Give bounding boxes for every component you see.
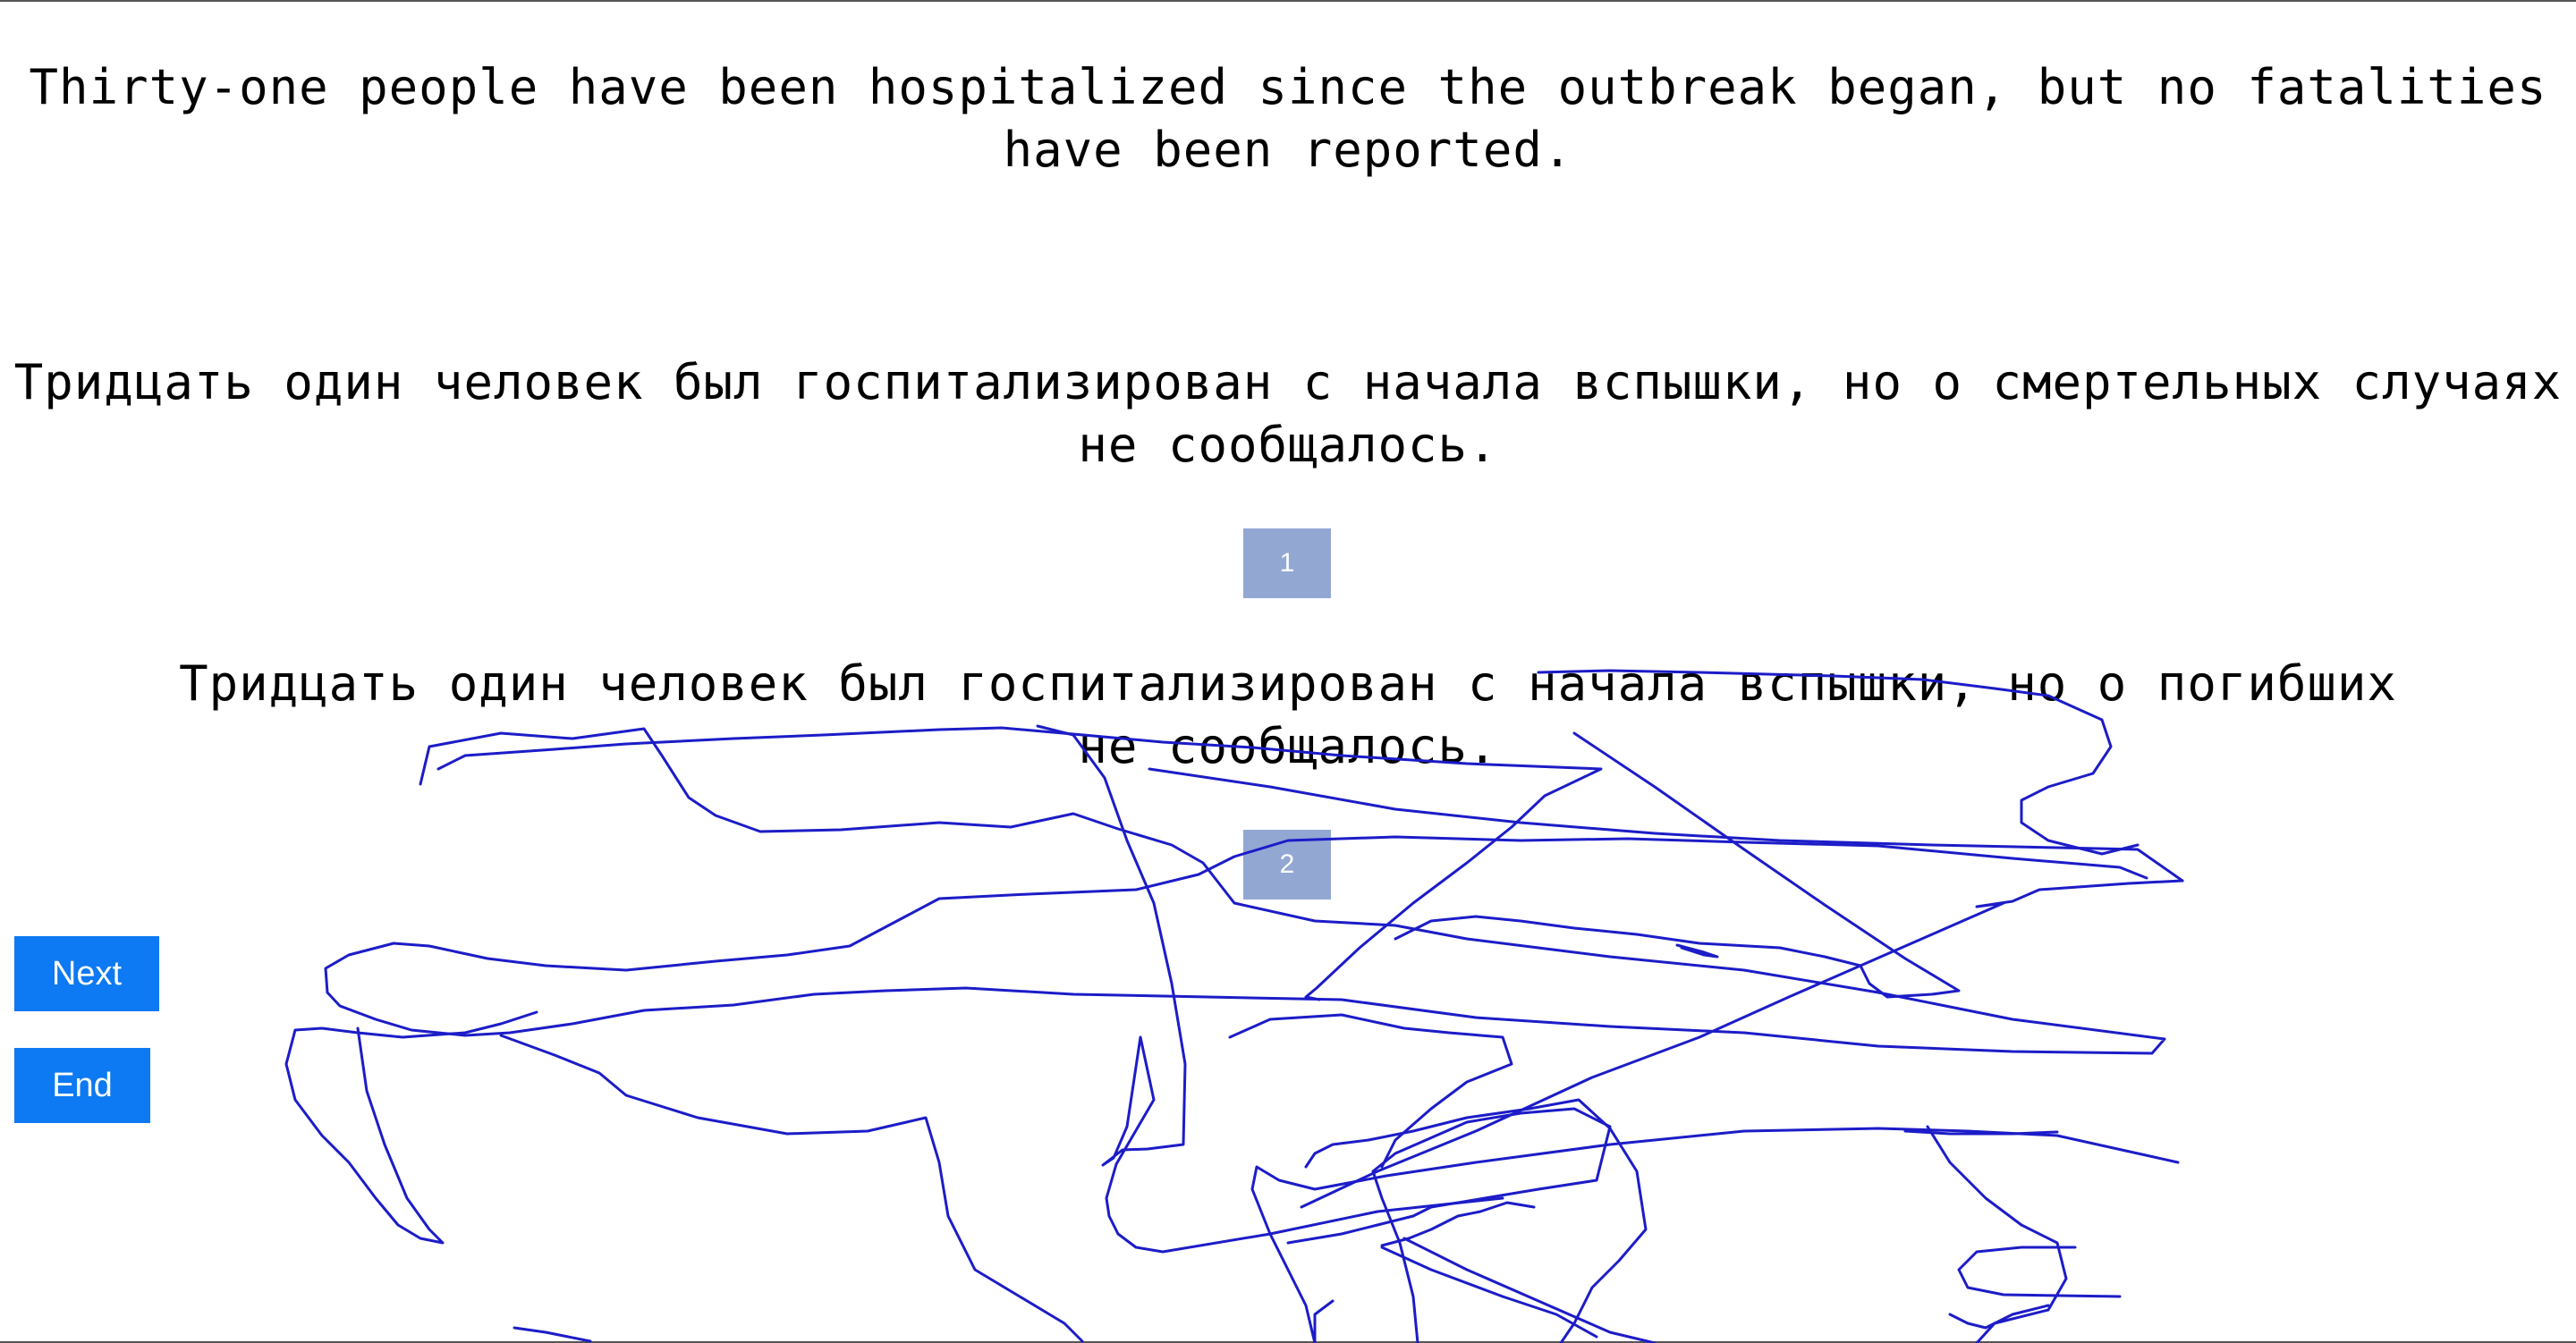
- source-sentence: Thirty-one people have been hospitalized…: [29, 59, 2576, 178]
- end-button[interactable]: End: [14, 1048, 150, 1123]
- translation-2-number-badge[interactable]: 2: [1243, 830, 1331, 900]
- translation-1-sentence: Тридцать один человек был госпитализиров…: [13, 354, 2563, 473]
- next-button[interactable]: Next: [14, 936, 159, 1011]
- translation-2-sentence: Тридцать один человек был госпитализиров…: [179, 655, 2428, 774]
- translation-1-number-badge[interactable]: 1: [1243, 528, 1331, 598]
